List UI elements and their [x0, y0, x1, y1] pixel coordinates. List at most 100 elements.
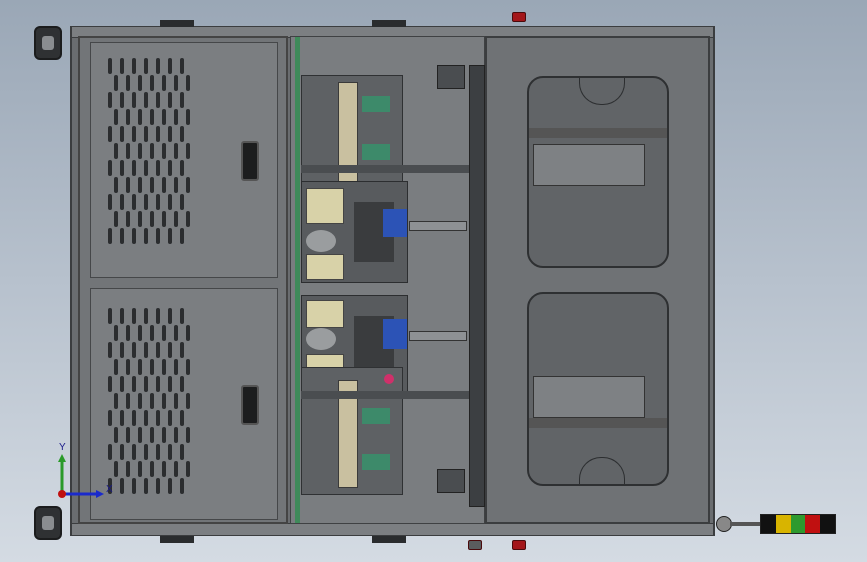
vent-slot — [114, 393, 118, 409]
vent-slot — [186, 325, 190, 341]
vent-slot — [162, 177, 166, 193]
vent-slot — [114, 177, 118, 193]
vent-slot — [168, 342, 172, 358]
vent-slot — [186, 75, 190, 91]
vent-slot — [114, 427, 118, 443]
vent-slot — [174, 393, 178, 409]
motor-icon — [306, 254, 344, 280]
vent-slot — [108, 342, 112, 358]
vent-slot — [126, 461, 130, 477]
vent-slot — [138, 461, 142, 477]
vent-slot — [156, 478, 160, 494]
vent-slot — [126, 393, 130, 409]
emergency-stop-icon[interactable] — [512, 12, 526, 22]
vent-slot — [108, 92, 112, 108]
blue-clamp — [383, 319, 407, 349]
vent-slot — [162, 393, 166, 409]
vent-slot — [114, 461, 118, 477]
mechanism-area — [290, 36, 485, 524]
vent-slot — [150, 75, 154, 91]
vent-slot — [168, 92, 172, 108]
bottom-rail — [72, 523, 713, 535]
vent-slot — [138, 143, 142, 159]
vent-slot — [162, 75, 166, 91]
vent-slot — [156, 444, 160, 460]
vent-slot — [180, 444, 184, 460]
vent-slot — [120, 58, 124, 74]
vent-slot — [162, 359, 166, 375]
vent-slot — [150, 461, 154, 477]
vent-slot — [132, 444, 136, 460]
stepper-motor-icon — [437, 65, 465, 89]
vent-slot — [150, 427, 154, 443]
vent-slot — [174, 75, 178, 91]
vent-slot — [144, 92, 148, 108]
vent-slot — [114, 211, 118, 227]
vent-slot — [162, 211, 166, 227]
vent-slot — [156, 160, 160, 176]
motor-icon — [362, 144, 390, 160]
triad-y-label: Y — [59, 442, 66, 453]
vent-slot — [120, 376, 124, 392]
vent-slot — [186, 211, 190, 227]
vent-slot — [126, 427, 130, 443]
vent-slot — [150, 393, 154, 409]
actuator — [533, 376, 645, 418]
vent-slot — [114, 325, 118, 341]
vent-slot — [168, 444, 172, 460]
vent-slot — [180, 376, 184, 392]
vent-slot — [174, 359, 178, 375]
vent-slot — [186, 393, 190, 409]
vent-slot — [150, 325, 154, 341]
vent-slot — [114, 109, 118, 125]
vent-slot — [162, 427, 166, 443]
window-lower — [527, 292, 669, 486]
vent-slot — [120, 444, 124, 460]
vent-slot — [180, 410, 184, 426]
vent-slot — [132, 478, 136, 494]
vent-slot — [138, 177, 142, 193]
vent-slot — [132, 126, 136, 142]
vent-slot — [168, 58, 172, 74]
shaft — [409, 331, 467, 341]
cylinder-icon — [306, 328, 336, 350]
vent-slot — [144, 228, 148, 244]
vent-slot — [126, 109, 130, 125]
crossbar — [301, 391, 476, 399]
vent-slot — [138, 427, 142, 443]
bottom-pad — [160, 536, 194, 543]
vent-slot — [150, 359, 154, 375]
vent-slot — [126, 75, 130, 91]
vent-slot — [162, 143, 166, 159]
emergency-stop-icon[interactable] — [512, 540, 526, 550]
vent-slot — [108, 58, 112, 74]
blue-clamp — [383, 209, 407, 237]
vent-slot — [168, 410, 172, 426]
vent-slot — [180, 126, 184, 142]
vent-slot — [168, 126, 172, 142]
vent-slot — [126, 143, 130, 159]
stack-segment — [805, 515, 821, 533]
vent-slot — [186, 461, 190, 477]
vent-slot — [150, 109, 154, 125]
triad-icon: Y X — [44, 440, 114, 510]
vent-slot — [186, 177, 190, 193]
vent-slot — [108, 194, 112, 210]
top-pad — [372, 20, 406, 27]
stack-segment — [790, 515, 806, 533]
belt — [529, 418, 667, 428]
vent-slot — [126, 177, 130, 193]
vent-slot — [132, 376, 136, 392]
motor-icon — [362, 454, 390, 470]
vent-slot — [144, 126, 148, 142]
vent-slot — [168, 194, 172, 210]
vent-slot — [150, 177, 154, 193]
belt — [529, 128, 667, 138]
triad-x-label: X — [106, 484, 113, 495]
upper-assembly — [301, 75, 403, 197]
vent-slot — [132, 194, 136, 210]
vent-slot — [174, 177, 178, 193]
vent-slot — [108, 410, 112, 426]
vent-slot — [168, 308, 172, 324]
vent-slot — [180, 478, 184, 494]
